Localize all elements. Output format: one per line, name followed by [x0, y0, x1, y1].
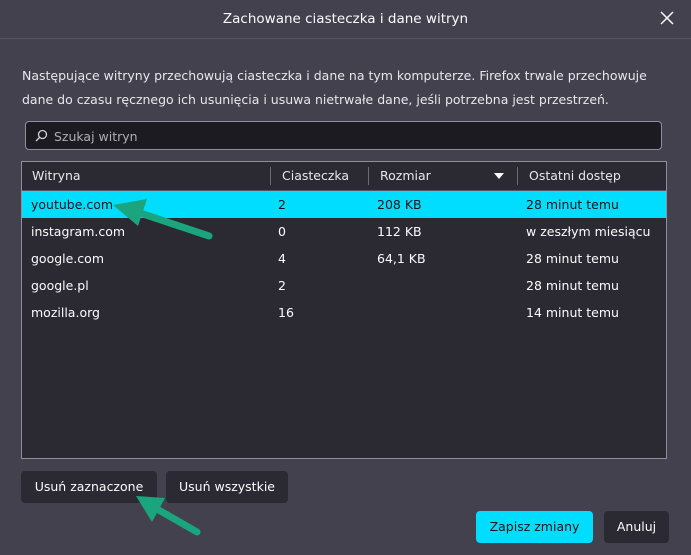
annotation-arrow-icon — [136, 496, 201, 536]
annotation-arrow-icon — [113, 199, 213, 240]
annotation-arrows — [113, 199, 213, 536]
